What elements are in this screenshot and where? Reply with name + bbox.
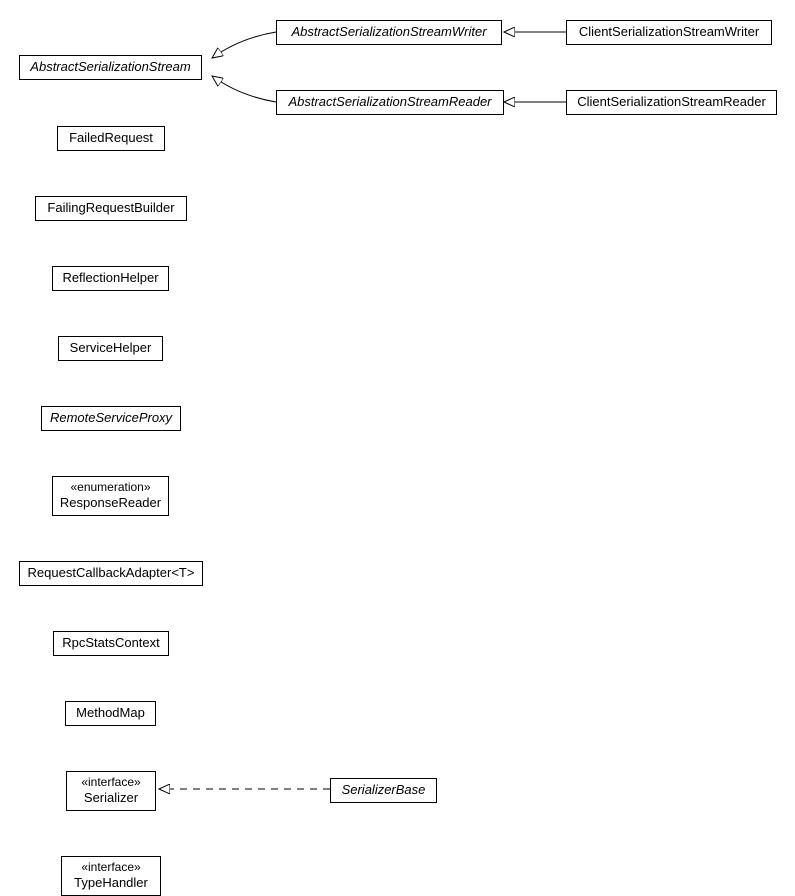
class-service-helper[interactable]: ServiceHelper [58,336,163,361]
class-abstract-serialization-stream-reader[interactable]: AbstractSerializationStreamReader [276,90,504,115]
class-serializer[interactable]: «interface» Serializer [66,771,156,811]
class-label: AbstractSerializationStreamWriter [291,24,486,41]
class-label: ClientSerializationStreamReader [577,94,766,111]
class-label: SerializerBase [342,782,426,799]
class-failing-request-builder[interactable]: FailingRequestBuilder [35,196,187,221]
class-abstract-serialization-stream[interactable]: AbstractSerializationStream [19,55,202,80]
class-type-handler[interactable]: «interface» TypeHandler [61,856,161,896]
class-label: MethodMap [76,705,145,722]
class-label: AbstractSerializationStreamReader [288,94,491,111]
class-method-map[interactable]: MethodMap [65,701,156,726]
class-label: RequestCallbackAdapter<T> [28,565,195,582]
class-label: ServiceHelper [70,340,152,357]
class-label: ClientSerializationStreamWriter [579,24,759,41]
class-label: RpcStatsContext [62,635,160,652]
class-client-serialization-stream-reader[interactable]: ClientSerializationStreamReader [566,90,777,115]
class-client-serialization-stream-writer[interactable]: ClientSerializationStreamWriter [566,20,772,45]
stereotype-label: «interface» [81,775,140,791]
class-failed-request[interactable]: FailedRequest [57,126,165,151]
class-label: AbstractSerializationStream [30,59,190,76]
class-label: TypeHandler [74,875,148,892]
class-request-callback-adapter[interactable]: RequestCallbackAdapter<T> [19,561,203,586]
class-serializer-base[interactable]: SerializerBase [330,778,437,803]
class-response-reader[interactable]: «enumeration» ResponseReader [52,476,169,516]
stereotype-label: «interface» [81,860,140,876]
stereotype-label: «enumeration» [70,480,150,496]
class-label: RemoteServiceProxy [50,410,172,427]
class-rpc-stats-context[interactable]: RpcStatsContext [53,631,169,656]
class-remote-service-proxy[interactable]: RemoteServiceProxy [41,406,181,431]
class-label: FailedRequest [69,130,153,147]
class-reflection-helper[interactable]: ReflectionHelper [52,266,169,291]
class-label: ReflectionHelper [62,270,158,287]
class-abstract-serialization-stream-writer[interactable]: AbstractSerializationStreamWriter [276,20,502,45]
class-label: FailingRequestBuilder [47,200,174,217]
class-label: Serializer [84,790,138,807]
class-label: ResponseReader [60,495,161,512]
